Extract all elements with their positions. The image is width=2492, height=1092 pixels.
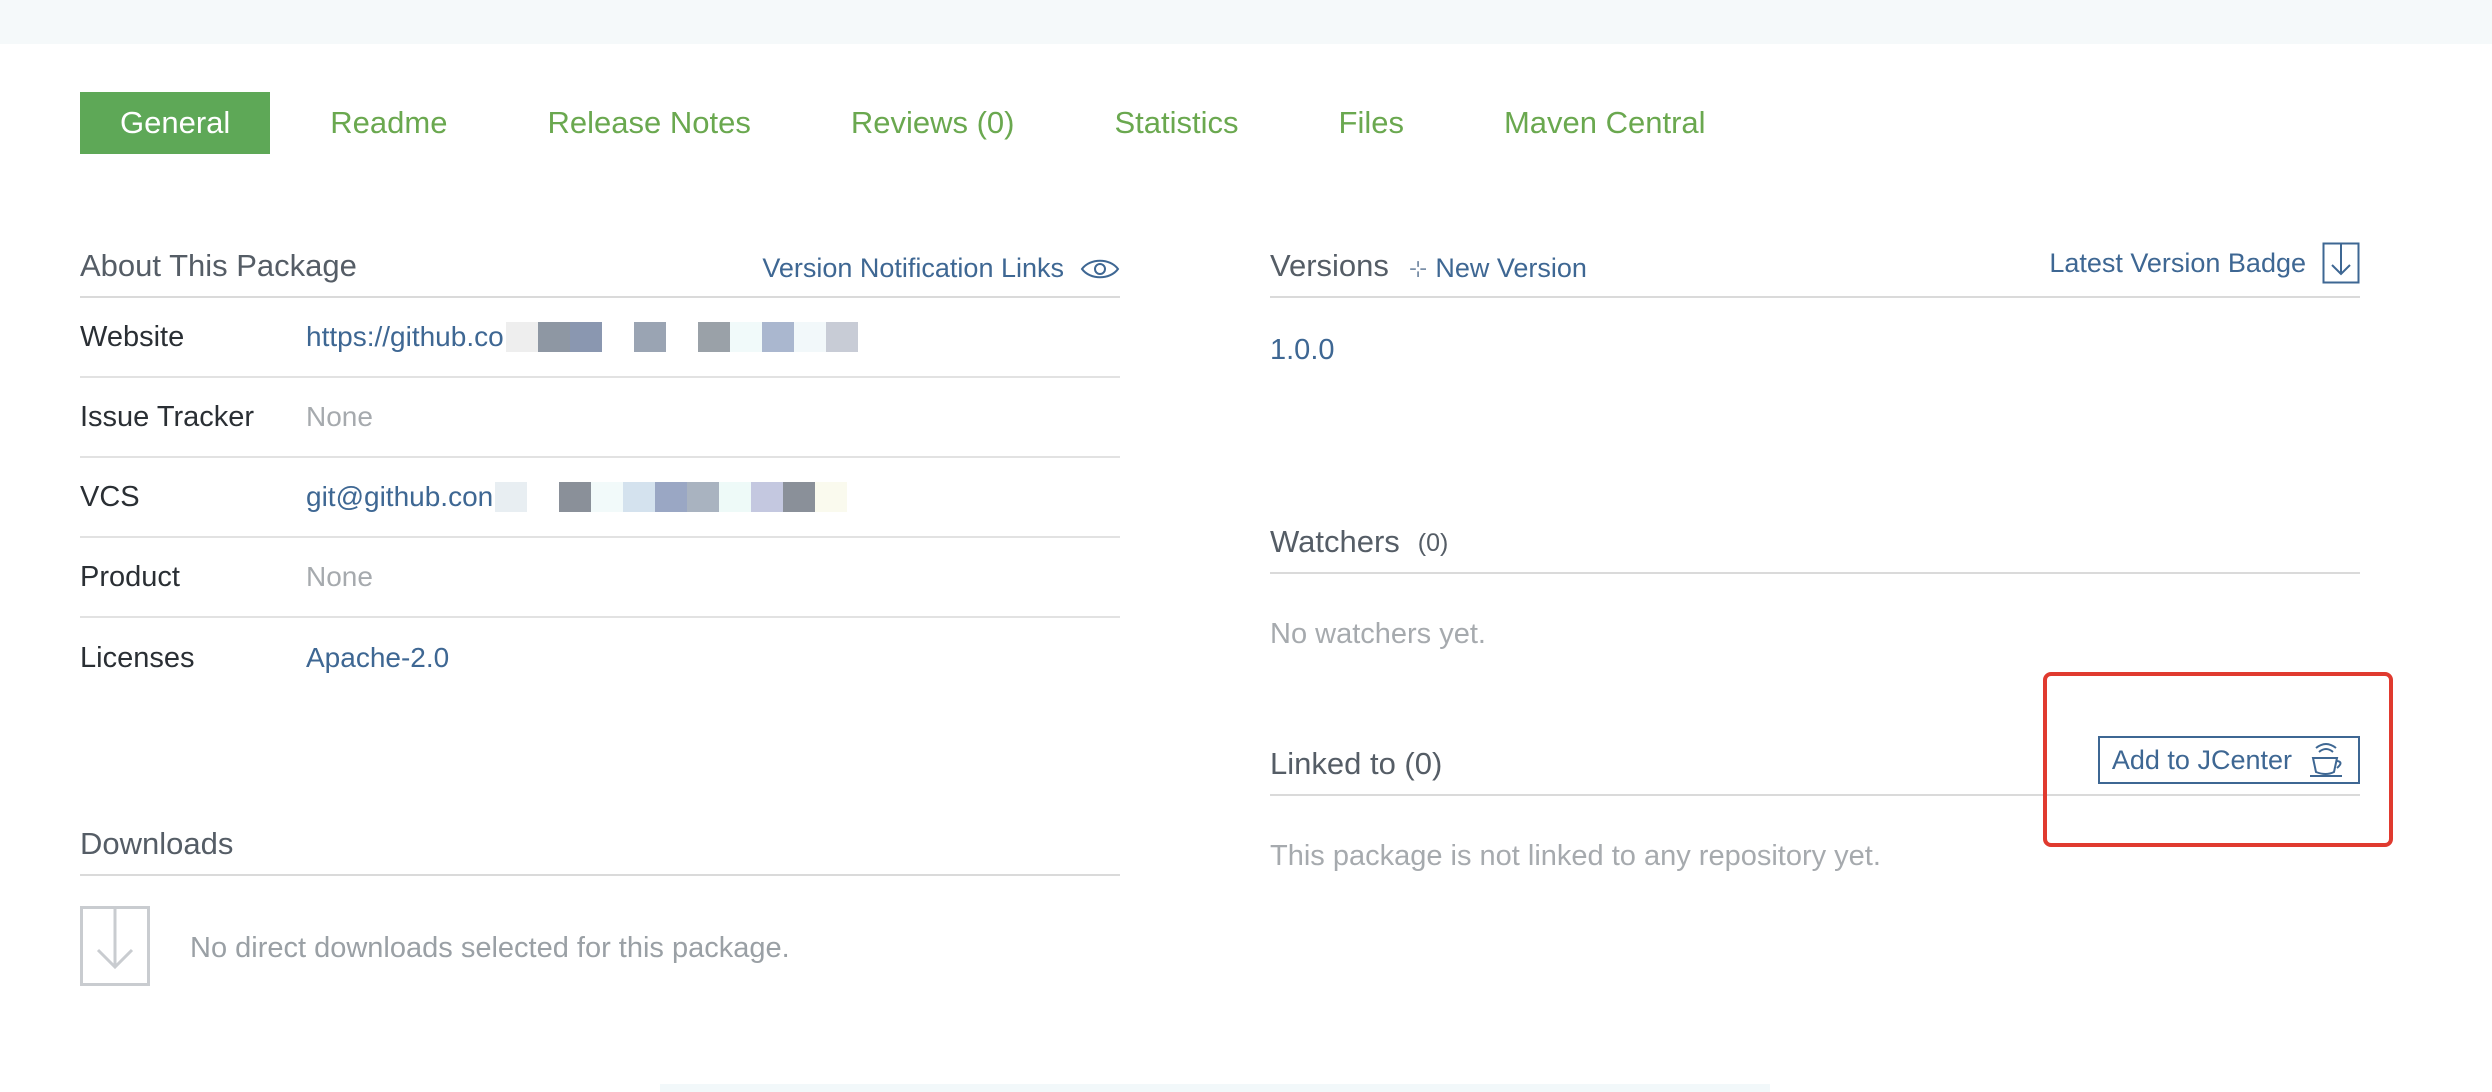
watchers-title: Watchers [1270, 524, 1400, 559]
downloads-empty-message: No direct downloads selected for this pa… [190, 932, 790, 964]
right-column: Versions ⊹ New Version Latest Version Ba… [1270, 240, 2360, 872]
eye-icon[interactable] [1080, 257, 1120, 281]
downloads-header: Downloads [80, 818, 1120, 876]
about-row-product: Product None [80, 538, 1120, 618]
about-header: About This Package Version Notification … [80, 240, 1120, 298]
linked-title: Linked to (0) [1270, 746, 1443, 781]
linked-section: Linked to (0) Add to JCenter This packag… [1270, 736, 2360, 873]
website-label: Website [80, 320, 185, 353]
tab-release-notes[interactable]: Release Notes [547, 92, 750, 154]
version-item[interactable]: 1.0.0 [1270, 334, 2360, 374]
latest-version-badge-label[interactable]: Latest Version Badge [2049, 248, 2306, 279]
vcs-label: VCS [80, 480, 140, 513]
watchers-count: (0) [1417, 529, 1449, 557]
tab-readme[interactable]: Readme [330, 92, 447, 154]
about-row-vcs: VCS git@github.con [80, 458, 1120, 538]
about-row-licenses: Licenses Apache-2.0 [80, 618, 1120, 698]
issue-tracker-value: None [306, 401, 373, 432]
about-row-issue-tracker: Issue Tracker None [80, 378, 1120, 458]
tab-general[interactable]: General [80, 92, 271, 154]
bottom-band [660, 1084, 1770, 1092]
about-row-website: Website https://github.co [80, 298, 1120, 378]
vcs-link-text[interactable]: git@github.con [306, 481, 493, 513]
license-link[interactable]: Apache-2.0 [306, 642, 449, 674]
watchers-section: Watchers (0) No watchers yet. [1270, 516, 2360, 651]
website-link[interactable]: https://github.co [306, 321, 858, 353]
downloads-title: Downloads [80, 826, 234, 861]
new-version-button[interactable]: ⊹ New Version [1409, 253, 1587, 284]
tab-reviews[interactable]: Reviews (0) [851, 92, 1015, 154]
versions-header: Versions ⊹ New Version Latest Version Ba… [1270, 240, 2360, 298]
downloads-empty: No direct downloads selected for this pa… [80, 906, 1120, 991]
about-package-section: About This Package Version Notification … [80, 240, 1120, 698]
version-notification-links[interactable]: Version Notification Links [762, 253, 1120, 284]
plus-icon[interactable]: ⊹ [1409, 256, 1427, 282]
versions-title: Versions [1270, 248, 1389, 283]
watchers-header: Watchers (0) [1270, 516, 2360, 574]
product-value: None [306, 561, 373, 592]
about-title: About This Package [80, 248, 357, 283]
downloads-section: Downloads No direct downloads selected f… [80, 818, 1120, 991]
linked-empty-message: This package is not linked to any reposi… [1270, 840, 1881, 872]
download-icon [80, 906, 150, 991]
tab-maven-central[interactable]: Maven Central [1504, 92, 1706, 154]
licenses-label: Licenses [80, 641, 195, 674]
badge-download-icon[interactable] [2322, 242, 2360, 284]
top-band [0, 0, 2492, 44]
linked-header: Linked to (0) Add to JCenter [1270, 736, 2360, 796]
jcenter-cup-icon[interactable] [2306, 741, 2346, 779]
watchers-empty-message: No watchers yet. [1270, 618, 1486, 650]
new-version-label[interactable]: New Version [1435, 253, 1587, 284]
latest-version-badge-link[interactable]: Latest Version Badge [2049, 242, 2360, 284]
redacted-block [495, 482, 848, 512]
vcs-link[interactable]: git@github.con [306, 481, 848, 513]
tab-files[interactable]: Files [1339, 92, 1404, 154]
add-to-jcenter-button[interactable]: Add to JCenter [2097, 736, 2360, 784]
website-link-text[interactable]: https://github.co [306, 321, 504, 353]
product-label: Product [80, 560, 180, 593]
issue-tracker-label: Issue Tracker [80, 400, 255, 433]
package-tabs: General Readme Release Notes Reviews (0)… [80, 92, 1806, 154]
redacted-block [505, 322, 858, 352]
version-notification-label[interactable]: Version Notification Links [762, 253, 1064, 284]
add-to-jcenter-label[interactable]: Add to JCenter [2112, 745, 2292, 776]
tab-statistics[interactable]: Statistics [1114, 92, 1238, 154]
